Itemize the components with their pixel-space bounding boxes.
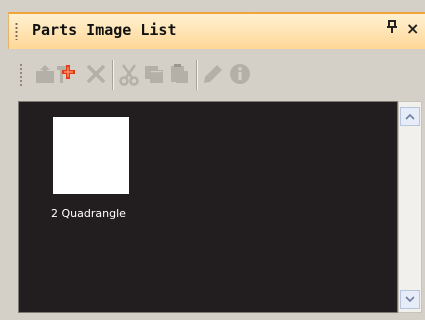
cut-button[interactable]: [116, 61, 142, 87]
copy-icon: [145, 66, 163, 83]
pencil-icon: [204, 65, 222, 83]
drag-grip[interactable]: [15, 22, 18, 40]
vertical-scrollbar[interactable]: [398, 101, 422, 313]
edit-button[interactable]: [200, 61, 226, 87]
chevron-down-icon: [405, 296, 415, 303]
part-thumbnail[interactable]: [53, 117, 129, 194]
toolbar-separator: [196, 60, 198, 90]
close-button[interactable]: ×: [406, 19, 419, 38]
scroll-down-button[interactable]: [400, 290, 420, 309]
add-part-icon: [57, 65, 75, 83]
cut-icon: [119, 64, 139, 86]
paste-icon: [171, 64, 188, 83]
add-part-button[interactable]: [53, 61, 79, 87]
toolbar-separator: [112, 60, 114, 90]
info-icon: [230, 64, 250, 84]
parts-image-list-panel: Parts Image List × 2 Quadrangle: [0, 0, 425, 320]
delete-icon: [86, 64, 106, 84]
chevron-up-icon: [405, 113, 415, 120]
pin-icon[interactable]: [386, 20, 398, 38]
scroll-up-button[interactable]: [400, 107, 420, 126]
panel-titlebar[interactable]: Parts Image List ×: [8, 12, 425, 49]
parts-image-view[interactable]: 2 Quadrangle: [18, 101, 398, 313]
close-icon: ×: [406, 19, 420, 38]
toolbar-grip[interactable]: [19, 63, 23, 87]
delete-button[interactable]: [83, 61, 109, 87]
part-label: 2 Quadrangle: [51, 207, 126, 220]
paste-button[interactable]: [166, 61, 192, 87]
panel-title: Parts Image List: [32, 21, 177, 39]
info-button[interactable]: [227, 61, 253, 87]
copy-button[interactable]: [141, 61, 167, 87]
